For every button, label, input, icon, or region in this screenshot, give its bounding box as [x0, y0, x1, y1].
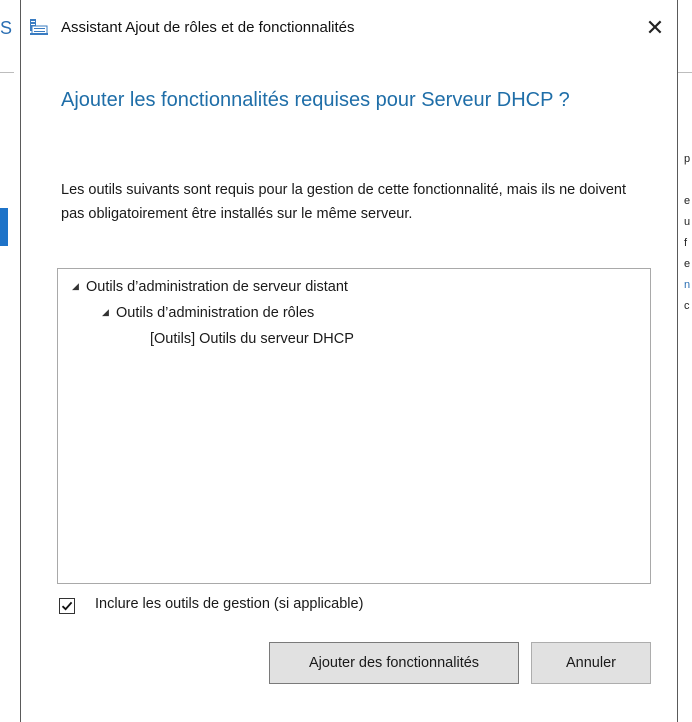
background-divider-right: [678, 72, 692, 73]
add-roles-wizard-dialog: Assistant Ajout de rôles et de fonctionn…: [20, 0, 678, 722]
page-heading: Ajouter les fonctionnalités requises pou…: [61, 89, 570, 111]
include-management-tools-checkbox[interactable]: [59, 598, 75, 614]
expand-triangle-icon[interactable]: ◢: [102, 307, 116, 318]
close-icon: ✕: [645, 15, 665, 40]
dialog-title: Assistant Ajout de rôles et de fonctionn…: [61, 19, 355, 36]
tree-item-label: Outils d’administration de rôles: [116, 305, 315, 321]
tree-item[interactable]: [Outils] Outils du serveur DHCP: [150, 331, 354, 347]
tree-item[interactable]: ◢ Outils d’administration de serveur dist…: [72, 279, 348, 295]
background-window-text: S: [0, 18, 13, 38]
features-tree[interactable]: ◢ Outils d’administration de serveur dist…: [57, 268, 651, 584]
dialog-titlebar[interactable]: Assistant Ajout de rôles et de fonctionn…: [21, 0, 677, 58]
background-selection-accent: [0, 208, 8, 246]
tree-item-label: [Outils] Outils du serveur DHCP: [150, 331, 354, 347]
server-wizard-icon: [29, 18, 49, 36]
background-divider: [0, 72, 14, 73]
background-link-fragment: n: [684, 279, 691, 291]
cancel-button[interactable]: Annuler: [531, 642, 651, 684]
tree-item[interactable]: ◢ Outils d’administration de rôles: [102, 305, 314, 321]
tree-item-label: Outils d’administration de serveur dista…: [86, 279, 348, 295]
expand-triangle-icon[interactable]: ◢: [72, 281, 86, 292]
checkmark-icon: [61, 601, 73, 611]
background-text-fragment: e: [684, 195, 691, 207]
checkbox-label[interactable]: Inclure les outils de gestion (si applic…: [95, 596, 363, 612]
background-text-fragment: c: [684, 300, 690, 312]
background-text-fragment: u: [684, 216, 691, 228]
close-button[interactable]: ✕: [641, 14, 669, 42]
background-text-fragment: p: [684, 153, 691, 165]
background-text-fragment: e: [684, 258, 691, 270]
background-text-fragment: f: [684, 237, 688, 249]
add-features-button[interactable]: Ajouter des fonctionnalités: [269, 642, 519, 684]
description-text: Les outils suivants sont requis pour la …: [61, 182, 627, 222]
